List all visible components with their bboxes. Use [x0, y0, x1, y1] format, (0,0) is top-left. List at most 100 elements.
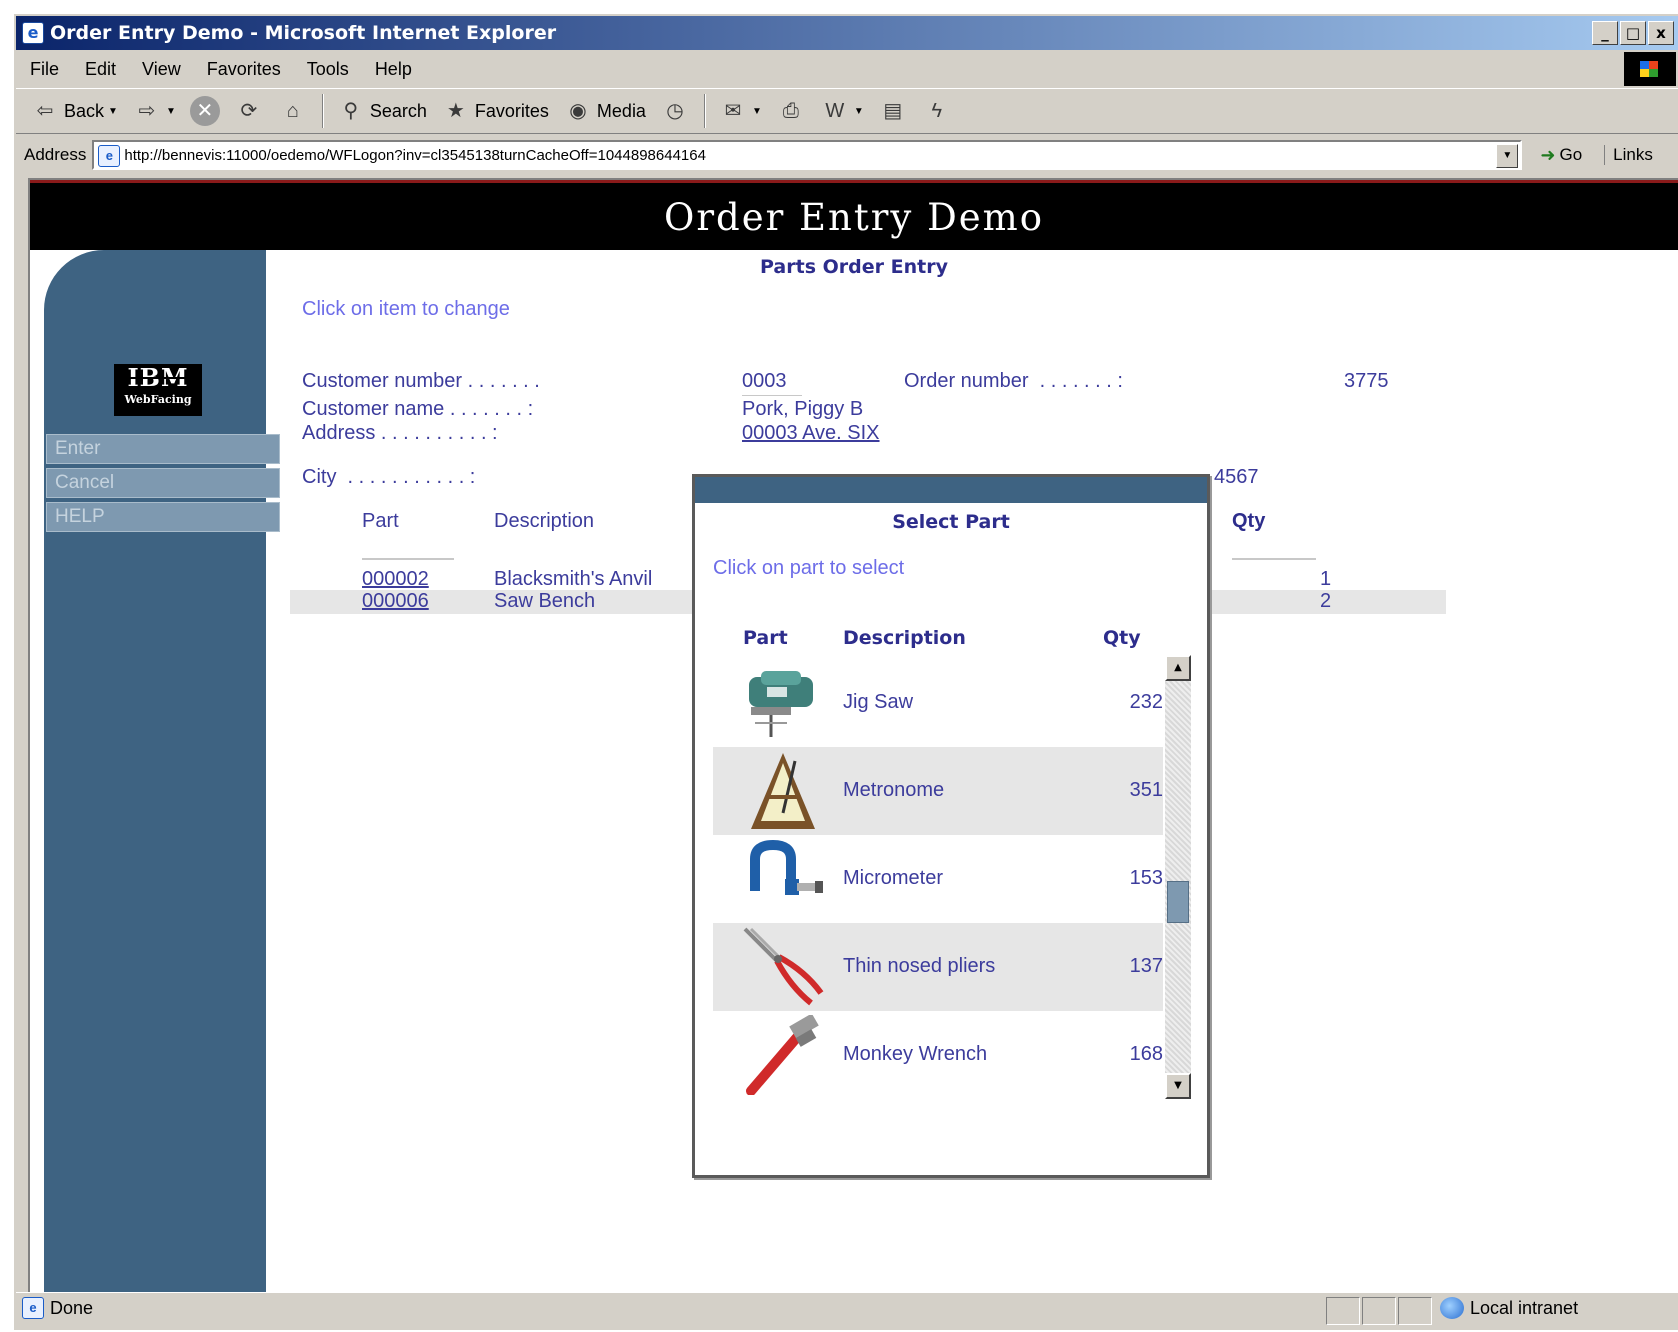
discuss-icon: ▤	[883, 100, 903, 122]
dialog-header-part: Part	[743, 627, 788, 649]
menu-file[interactable]: File	[30, 59, 59, 80]
screen: e Order Entry Demo - Microsoft Internet …	[0, 0, 1678, 1332]
search-icon: ⚲	[343, 100, 359, 122]
scroll-up-icon[interactable]: ▲	[1165, 655, 1191, 681]
messenger-button[interactable]: ϟ	[922, 96, 952, 126]
page-icon: e	[98, 145, 121, 167]
minimize-button[interactable]: _	[1592, 21, 1618, 45]
part-row-metronome[interactable]: Metronome 351	[713, 747, 1163, 835]
header-rule	[1232, 558, 1316, 560]
chevron-down-icon[interactable]: ▼	[166, 106, 176, 117]
favorites-button[interactable]: ★ Favorites	[441, 96, 549, 126]
part-description: Metronome	[843, 779, 945, 801]
close-button[interactable]: x	[1648, 21, 1674, 45]
menu-view[interactable]: View	[142, 59, 181, 80]
item-row-description: Blacksmith's Anvil	[494, 568, 653, 590]
menu-tools[interactable]: Tools	[307, 59, 349, 80]
part-row-jig-saw[interactable]: Jig Saw 232	[713, 659, 1163, 747]
maximize-button[interactable]: □	[1620, 21, 1646, 45]
part-description: Thin nosed pliers	[843, 955, 996, 977]
status-panel	[1398, 1297, 1432, 1325]
dialog-title: Select Part	[892, 511, 1010, 533]
chevron-down-icon[interactable]: ▼	[1496, 144, 1519, 168]
menu-favorites[interactable]: Favorites	[207, 59, 281, 80]
media-button[interactable]: ◉ Media	[563, 96, 646, 126]
intranet-globe-icon	[1440, 1297, 1464, 1319]
page-title: Parts Order Entry	[760, 256, 948, 278]
refresh-button[interactable]: ⟳	[234, 96, 264, 126]
customer-number-field[interactable]: 0003	[742, 370, 802, 396]
forward-arrow-icon: ⇨	[138, 100, 156, 122]
micrometer-icon	[750, 839, 823, 895]
page-icon: e	[22, 1297, 44, 1319]
part-qty: 153	[1129, 867, 1163, 889]
ibm-webfacing-logo: IBM WebFacing	[114, 364, 202, 416]
chevron-down-icon[interactable]: ▼	[108, 106, 118, 117]
customer-name-label: Customer name . . . . . . . :	[302, 398, 534, 420]
header-rule	[362, 558, 454, 560]
title-bar: e Order Entry Demo - Microsoft Internet …	[16, 16, 1678, 50]
go-arrow-icon: ➜	[1540, 144, 1556, 165]
chevron-down-icon[interactable]: ▼	[752, 106, 762, 117]
word-edit-icon: W	[825, 100, 845, 122]
stop-button[interactable]: ✕	[189, 96, 220, 126]
mail-icon: ✉	[724, 100, 742, 122]
item-row-qty: 1	[1320, 568, 1332, 590]
cancel-button[interactable]: Cancel	[46, 468, 280, 498]
part-row-pliers[interactable]: Thin nosed pliers 137	[713, 923, 1163, 1011]
order-number-value: 3775	[1344, 370, 1389, 392]
menu-bar: File Edit View Favorites Tools Help	[16, 52, 1678, 86]
scroll-thumb[interactable]	[1167, 881, 1189, 923]
part-qty: 351	[1129, 779, 1163, 801]
forward-button[interactable]: ⇨ ▼	[132, 96, 176, 126]
page-hint: Click on item to change	[302, 298, 510, 320]
links-button[interactable]: Links	[1604, 145, 1653, 165]
mail-button[interactable]: ✉ ▼	[718, 96, 762, 126]
customer-name-value: Pork, Piggy B	[742, 398, 864, 420]
dialog-header-qty: Qty	[1103, 627, 1141, 649]
pliers-icon	[743, 927, 824, 1006]
window-controls: _ □ x	[1592, 21, 1674, 45]
order-number-label: Order number . . . . . . . :	[904, 370, 1123, 392]
part-row-monkey-wrench[interactable]: Monkey Wrench 168	[713, 1011, 1163, 1099]
item-row-part[interactable]: 000002	[362, 568, 429, 591]
toolbar: ⇦ Back ▼ ⇨ ▼ ✕ ⟳ ⌂ ⚲ Search ★ Favorites …	[16, 88, 1678, 134]
ie-icon: e	[22, 22, 44, 44]
dialog-header-description: Description	[843, 627, 966, 649]
dialog-title-bar	[695, 477, 1207, 503]
menu-edit[interactable]: Edit	[85, 59, 116, 80]
status-text: e Done	[22, 1297, 93, 1319]
status-bar: e Done Local intranet	[16, 1292, 1678, 1328]
refresh-icon: ⟳	[240, 100, 258, 122]
address-url: http://bennevis:11000/oedemo/WFLogon?inv…	[124, 146, 706, 164]
go-button[interactable]: ➜ Go	[1540, 145, 1582, 166]
address-value: 00003 Ave. SIX	[742, 422, 880, 444]
select-part-dialog: Select Part Click on part to select Part…	[692, 474, 1210, 1178]
chevron-down-icon[interactable]: ▼	[854, 106, 864, 117]
print-button[interactable]: ⎙	[776, 96, 806, 126]
address-label: Address	[24, 145, 87, 164]
help-button[interactable]: HELP	[46, 502, 280, 532]
address-label: Address . . . . . . . . . . :	[302, 422, 498, 444]
part-list-scrollbar[interactable]: ▲ ▼	[1165, 655, 1191, 1099]
search-button[interactable]: ⚲ Search	[336, 96, 427, 126]
menu-help[interactable]: Help	[375, 59, 412, 80]
home-icon: ⌂	[286, 100, 299, 122]
part-row-micrometer[interactable]: Micrometer 153	[713, 835, 1163, 923]
status-panel	[1326, 1297, 1360, 1325]
item-row-description: Saw Bench	[494, 590, 596, 612]
item-row-part[interactable]: 000006	[362, 590, 429, 613]
scroll-down-icon[interactable]: ▼	[1165, 1073, 1191, 1099]
part-qty: 168	[1129, 1043, 1163, 1065]
enter-button[interactable]: Enter	[46, 434, 280, 464]
back-button[interactable]: ⇦ Back ▼	[30, 96, 118, 126]
home-button[interactable]: ⌂	[278, 96, 308, 126]
city-value: 4567	[1214, 466, 1259, 488]
jig-saw-icon	[749, 671, 813, 737]
item-row-qty: 2	[1320, 590, 1332, 612]
history-button[interactable]: ◷	[660, 96, 690, 126]
edit-button[interactable]: W ▼	[820, 96, 864, 126]
discuss-button[interactable]: ▤	[878, 96, 908, 126]
part-description: Micrometer	[843, 867, 944, 889]
address-input[interactable]: e http://bennevis:11000/oedemo/WFLogon?i…	[92, 140, 1523, 170]
